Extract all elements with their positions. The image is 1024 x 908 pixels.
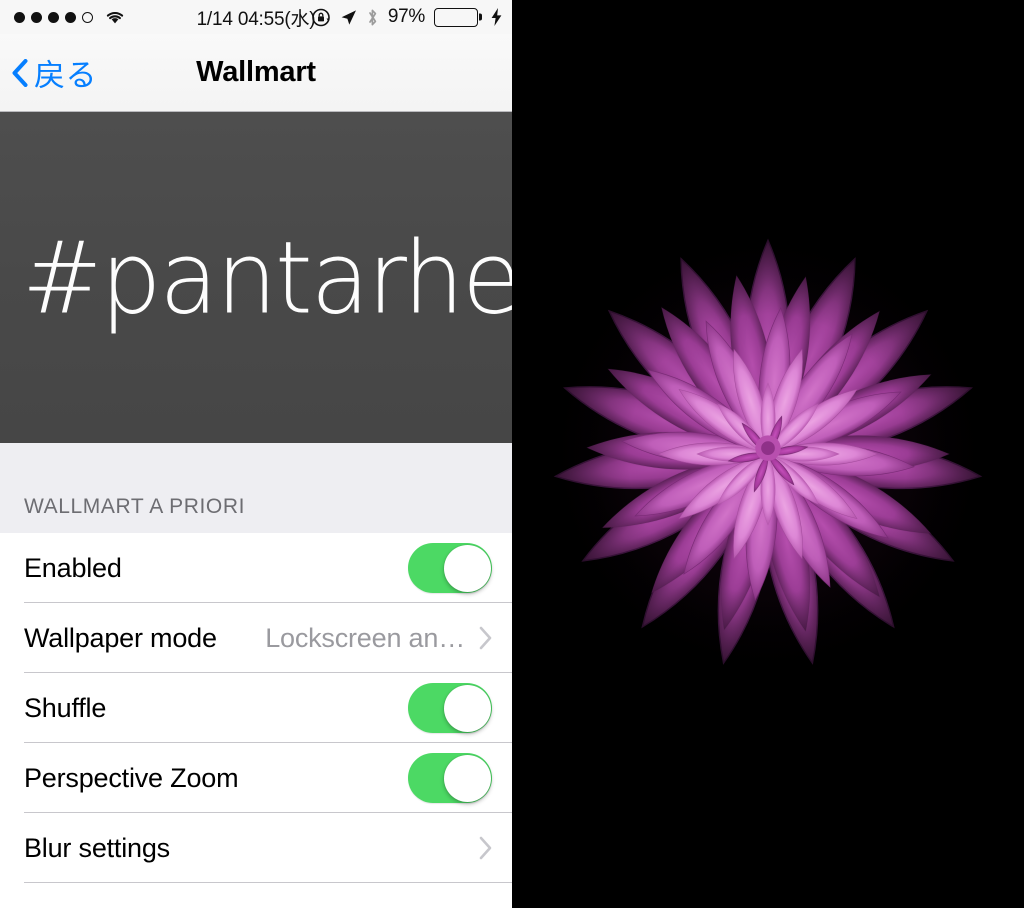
row-label: Shuffle	[24, 692, 107, 723]
banner-title: #pantarhei	[22, 219, 512, 336]
signal-strength-dots	[14, 11, 93, 23]
row-enabled[interactable]: Enabled	[0, 533, 512, 603]
toggle-knob	[443, 544, 491, 592]
row-label: Perspective Zoom	[24, 762, 239, 793]
signal-dot-empty	[82, 11, 93, 23]
row-accessory	[408, 683, 492, 733]
screen-root: 1/14 04:55(水) 97% 戻る Wallmart #pantarhei…	[0, 0, 1024, 908]
row-label: Blur settings	[24, 832, 170, 863]
row-shuffle[interactable]: Shuffle	[0, 673, 512, 743]
table-tail	[0, 883, 512, 908]
rotation-lock-icon	[312, 8, 331, 27]
row-label: Enabled	[24, 552, 122, 583]
dahlia-flower-image	[533, 219, 1003, 689]
row-value: Lockscreen an…	[265, 622, 465, 653]
chevron-left-icon	[12, 58, 28, 87]
location-arrow-icon	[340, 9, 357, 26]
bluetooth-icon	[366, 8, 379, 27]
back-button-label: 戻る	[34, 58, 97, 93]
toggle-perspective-zoom[interactable]	[408, 753, 492, 803]
toggle-knob	[443, 754, 491, 802]
row-accessory	[408, 543, 492, 593]
flower-svg	[533, 219, 1003, 689]
row-accessory	[408, 753, 492, 803]
settings-table: Enabled Wallpaper mode Lockscreen an… Sh…	[0, 533, 512, 908]
signal-dot	[31, 11, 42, 23]
battery-icon	[434, 7, 478, 27]
status-bar-right: 97%	[312, 6, 502, 28]
chevron-right-icon	[479, 836, 492, 860]
back-button[interactable]: 戻る	[0, 50, 97, 95]
signal-dot	[65, 11, 76, 23]
section-header: WALLMART A PRIORI	[0, 443, 512, 533]
settings-panel: 1/14 04:55(水) 97% 戻る Wallmart #pantarhei…	[0, 0, 512, 908]
section-header-label: WALLMART A PRIORI	[24, 495, 246, 518]
status-bar-left	[14, 9, 126, 25]
signal-dot	[14, 11, 25, 23]
toggle-knob	[443, 684, 491, 732]
row-blur-settings[interactable]: Blur settings	[0, 813, 512, 883]
wallpaper-preview[interactable]	[512, 0, 1024, 908]
tweak-banner: #pantarhei	[0, 112, 512, 443]
row-accessory	[479, 836, 492, 860]
lightning-bolt-icon	[491, 8, 502, 26]
status-bar: 1/14 04:55(水) 97%	[0, 0, 512, 34]
chevron-right-icon	[479, 626, 492, 650]
row-perspective-zoom[interactable]: Perspective Zoom	[0, 743, 512, 813]
battery-percent-label: 97%	[387, 6, 425, 27]
navigation-bar: 戻る Wallmart	[0, 34, 512, 112]
toggle-shuffle[interactable]	[408, 683, 492, 733]
signal-dot	[48, 11, 59, 23]
wifi-icon	[104, 9, 126, 25]
row-label: Wallpaper mode	[24, 622, 217, 653]
row-accessory: Lockscreen an…	[265, 623, 492, 654]
toggle-enabled[interactable]	[408, 543, 492, 593]
row-wallpaper-mode[interactable]: Wallpaper mode Lockscreen an…	[0, 603, 512, 673]
